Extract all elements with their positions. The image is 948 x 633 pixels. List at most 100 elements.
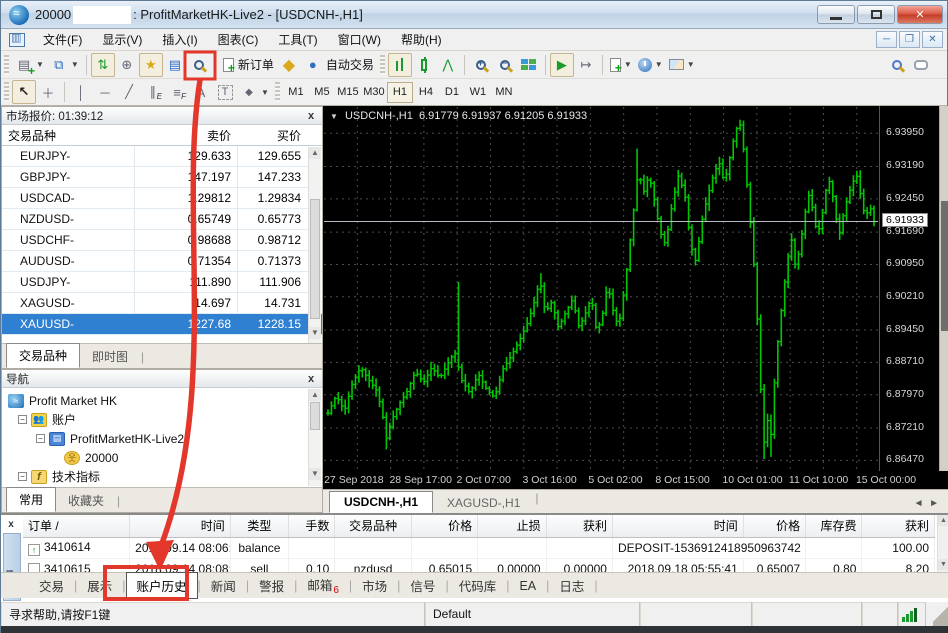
collapse-icon[interactable]: − (18, 472, 27, 481)
market-row-xagusd[interactable]: XAGUSD- 14.69714.731 (2, 293, 322, 314)
col-sl[interactable]: 止损 (478, 515, 546, 537)
terminal-tab-code-base[interactable]: 代码库 (449, 573, 507, 598)
market-row-xauusd-selected[interactable]: XAUUSD- 1227.681228.15 (2, 314, 322, 335)
terminal-tab-market[interactable]: 市场 (352, 573, 397, 598)
market-row-usdchf[interactable]: USDCHF- 0.986880.98712 (2, 230, 322, 251)
templates-button[interactable]: ▼ (666, 53, 698, 77)
col-symbol[interactable]: 交易品种 (335, 515, 411, 537)
collapse-icon[interactable]: − (36, 434, 45, 443)
chart-tab-usdcnh[interactable]: USDCNH-,H1 (329, 491, 433, 513)
column-bid[interactable]: 卖价 (134, 127, 237, 144)
bar-chart-button[interactable] (388, 53, 412, 77)
terminal-tab-mailbox[interactable]: 邮箱6 (297, 572, 349, 599)
collapse-icon[interactable]: − (18, 415, 27, 424)
market-row-nzdusd[interactable]: NZDUSD- 0.657490.65773 (2, 209, 322, 230)
nav-item-account-20000[interactable]: 웃 20000 (2, 448, 322, 467)
timeframe-mn[interactable]: MN (491, 82, 517, 103)
col-type[interactable]: 类型 (230, 515, 288, 537)
chart-shift-button[interactable]: ↦ (574, 53, 598, 77)
chart-tab-xagusd[interactable]: XAGUSD-,H1 (433, 493, 534, 513)
close-button[interactable]: ✕ (897, 5, 943, 24)
candlestick-button[interactable] (412, 53, 436, 77)
text-label-button[interactable]: T (213, 80, 237, 104)
menu-view[interactable]: 显示(V) (92, 29, 152, 50)
fibonacci-button[interactable]: ≡F (165, 80, 189, 104)
zoom-in-button[interactable]: + (469, 53, 493, 77)
terminal-tab-trade[interactable]: 交易 (29, 573, 74, 598)
market-row-gbpjpy[interactable]: GBPJPY- 147.197147.233 (2, 167, 322, 188)
metaeditor-button[interactable]: ◆ (277, 53, 301, 77)
timeframe-m15[interactable]: M15 (335, 82, 361, 103)
autotrading-button[interactable]: ●自动交易 (301, 53, 377, 77)
equidistant-channel-button[interactable]: ∥E (141, 80, 165, 104)
navigator-close-icon[interactable]: x (304, 373, 318, 385)
market-watch-tab-tick-chart[interactable]: 即时图 (80, 345, 140, 368)
market-row-audusd[interactable]: AUDUSD- 0.713540.71373 (2, 251, 322, 272)
terminal-tab-signals[interactable]: 信号 (400, 573, 445, 598)
tile-windows-button[interactable] (517, 53, 541, 77)
line-chart-button[interactable]: ⋀ (436, 53, 460, 77)
chart-right-scrollbar[interactable] (939, 106, 948, 471)
col-order[interactable]: 订单 / (23, 515, 130, 537)
terminal-tab-ea[interactable]: EA (509, 576, 546, 596)
market-row-usdcad[interactable]: USDCAD- 1.298121.29834 (2, 188, 322, 209)
timeframe-m30[interactable]: M30 (361, 82, 387, 103)
profiles-button[interactable]: ⧉▼ (47, 53, 82, 77)
menu-window[interactable]: 窗口(W) (328, 29, 391, 50)
market-watch-toggle-button[interactable]: ⇅ (91, 53, 115, 77)
nav-item-broker[interactable]: ≈ Profit Market HK (2, 391, 322, 410)
menu-file[interactable]: 文件(F) (33, 29, 92, 50)
arrows-button[interactable]: ◆▼ (237, 80, 272, 104)
cursor-button[interactable]: ↖ (12, 80, 36, 104)
col-close-price[interactable]: 价格 (743, 515, 805, 537)
navigator-scrollbar[interactable]: ▲ ▼ (308, 389, 321, 486)
chart-window-icon[interactable] (9, 33, 25, 47)
mdi-minimize-button[interactable]: ─ (876, 31, 897, 48)
data-window-button[interactable]: ⊕ (115, 53, 139, 77)
strategy-tester-button[interactable] (187, 53, 211, 77)
new-chart-button[interactable]: ▤+▼ (12, 53, 47, 77)
market-row-eurjpy[interactable]: EURJPY- 129.633129.655 (2, 146, 322, 167)
history-row-balance[interactable]: ↑3410614 2018.09.14 08:06:59 balance DEP… (23, 537, 935, 558)
col-profit[interactable]: 获利 (862, 515, 935, 537)
terminal-close-icon[interactable]: x (4, 518, 18, 531)
price-chart[interactable]: ▼ USDCNH-,H1 6.91779 6.91937 6.91205 6.9… (323, 106, 879, 471)
timeframe-m1[interactable]: M1 (283, 82, 309, 103)
col-tp[interactable]: 获利 (546, 515, 612, 537)
timeframe-w1[interactable]: W1 (465, 82, 491, 103)
resize-grip[interactable] (933, 602, 948, 626)
market-watch-tab-symbols[interactable]: 交易品种 (6, 343, 80, 368)
col-time[interactable]: 时间 (130, 515, 231, 537)
trendline-button[interactable]: ╱ (117, 80, 141, 104)
timeframe-d1[interactable]: D1 (439, 82, 465, 103)
chart-tab-scroll-arrows[interactable]: ◄ ► (914, 498, 939, 513)
indicators-button[interactable]: +▼ (607, 53, 635, 77)
vertical-line-button[interactable]: │ (69, 80, 93, 104)
chat-icon[interactable] (909, 53, 933, 77)
menu-help[interactable]: 帮助(H) (391, 29, 452, 50)
navigator-toggle-button[interactable]: ★ (139, 53, 163, 77)
periods-button[interactable]: ▼ (635, 53, 666, 77)
nav-item-server[interactable]: − ▤ ProfitMarketHK-Live2 (2, 429, 322, 448)
column-symbol[interactable]: 交易品种 (2, 127, 134, 144)
nav-item-indicators[interactable]: − f 技术指标 (2, 467, 322, 486)
restore-button[interactable] (857, 5, 895, 24)
col-price[interactable]: 价格 (411, 515, 477, 537)
column-ask[interactable]: 买价 (237, 127, 307, 144)
menu-insert[interactable]: 插入(I) (152, 29, 207, 50)
mdi-restore-button[interactable]: ❐ (899, 31, 920, 48)
col-swap[interactable]: 库存费 (806, 515, 862, 537)
timeframe-h4[interactable]: H4 (413, 82, 439, 103)
market-row-usdjpy[interactable]: USDJPY- 111.890111.906 (2, 272, 322, 293)
minimize-button[interactable] (817, 5, 855, 24)
menu-charts[interactable]: 图表(C) (208, 29, 269, 50)
navigator-tab-favorites[interactable]: 收藏夹 (56, 489, 116, 512)
terminal-tab-news[interactable]: 新闻 (201, 573, 246, 598)
timeframe-h1[interactable]: H1 (387, 82, 413, 103)
terminal-scrollbar[interactable]: ▲▼ (937, 515, 948, 572)
col-lots[interactable]: 手数 (289, 515, 335, 537)
timeframe-m5[interactable]: M5 (309, 82, 335, 103)
new-order-button[interactable]: +新订单 (220, 53, 277, 77)
chevron-down-icon[interactable]: ▼ (330, 112, 338, 121)
history-row-trade[interactable]: 3410615 2018.09.14 08:08:04 sell 0.10 nz… (23, 558, 935, 572)
